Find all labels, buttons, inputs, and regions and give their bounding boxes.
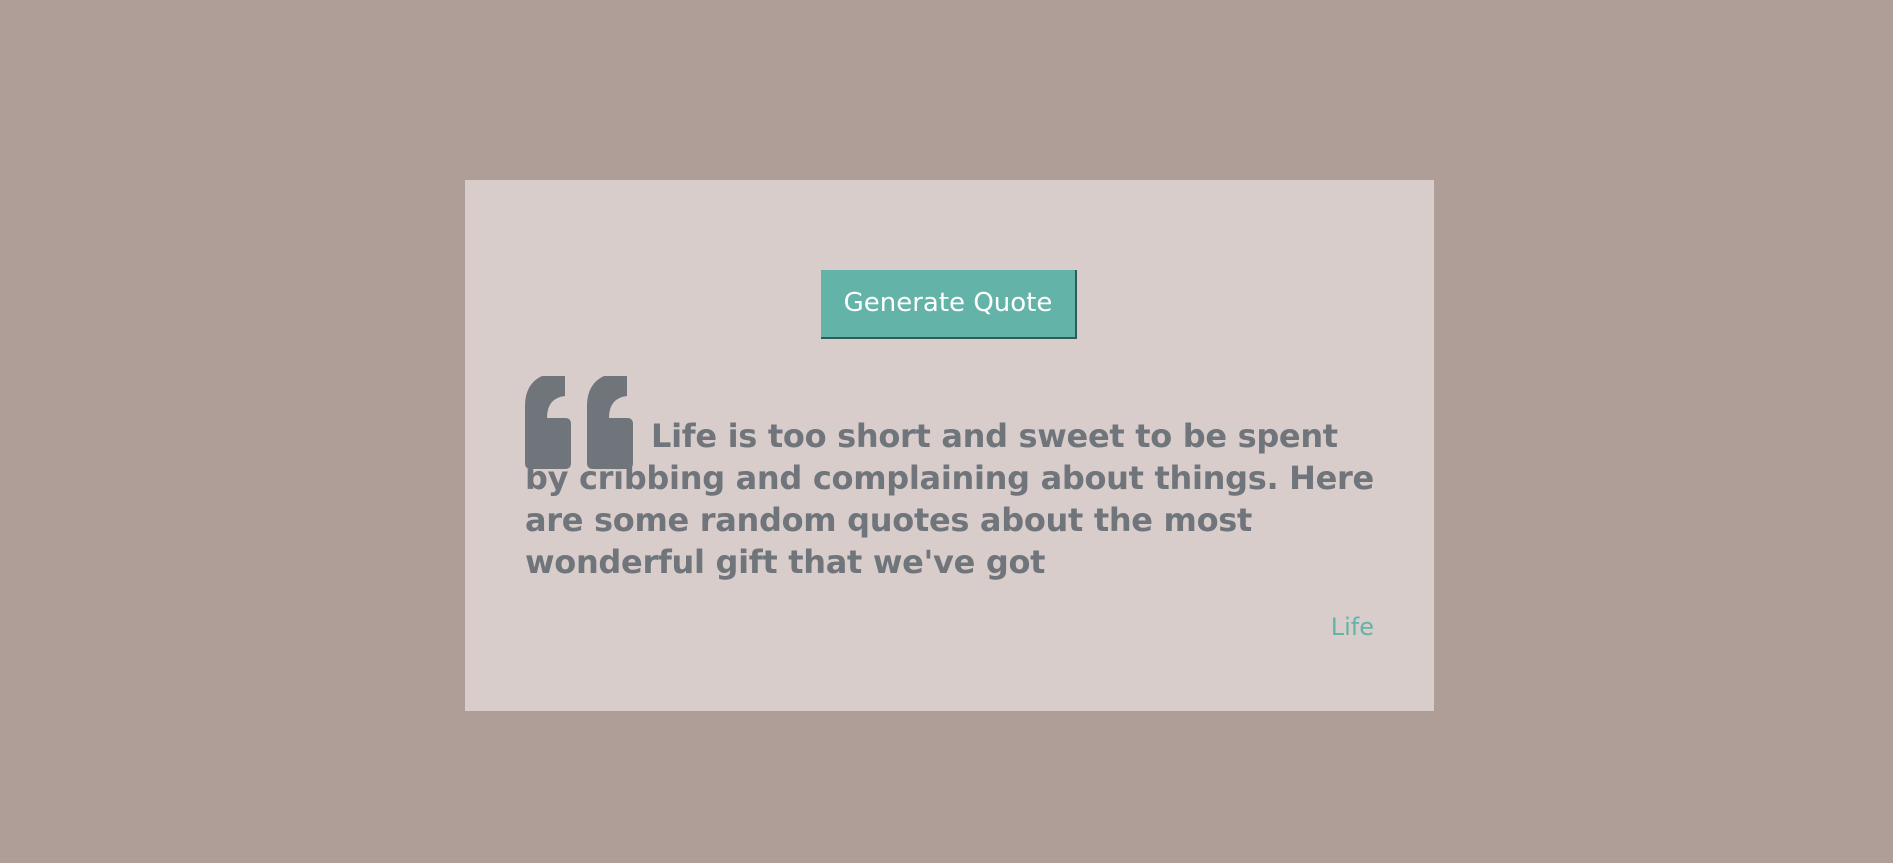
generate-quote-button[interactable]: Generate Quote [821, 270, 1077, 339]
quote-text: Life is too short and sweet to be spent … [525, 417, 1374, 581]
quote-author: Life [1330, 613, 1374, 641]
quote-card: Generate Quote Life is too short and swe… [465, 180, 1434, 711]
quote-paragraph: Life is too short and sweet to be spent … [525, 377, 1375, 583]
